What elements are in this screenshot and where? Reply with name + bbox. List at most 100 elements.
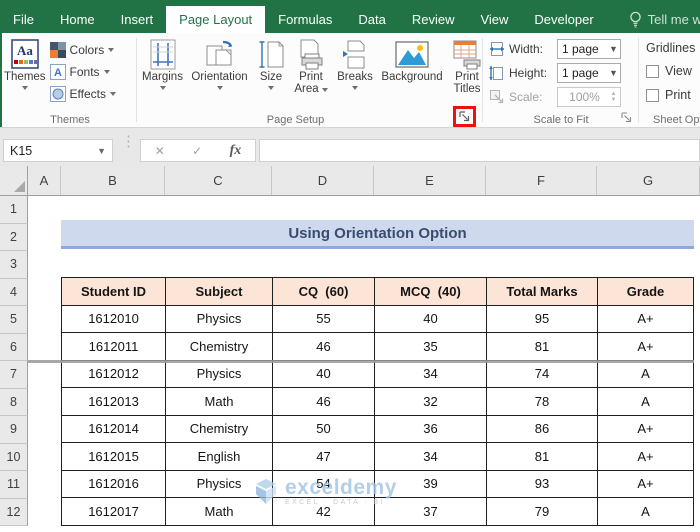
tab-review[interactable]: Review bbox=[399, 6, 468, 33]
table-cell[interactable]: Physics bbox=[165, 304, 273, 333]
tab-formulas[interactable]: Formulas bbox=[265, 6, 345, 33]
table-cell[interactable]: 34 bbox=[374, 359, 487, 388]
column-header-A[interactable]: A bbox=[28, 166, 61, 195]
table-cell[interactable]: 32 bbox=[374, 387, 487, 416]
row-header-6[interactable]: 6 bbox=[0, 333, 28, 361]
table-cell[interactable]: 36 bbox=[374, 414, 487, 443]
print-area-button[interactable]: Print Area bbox=[291, 33, 331, 95]
table-cell[interactable]: 1612011 bbox=[61, 332, 166, 361]
table-cell[interactable]: 40 bbox=[374, 304, 487, 333]
table-cell[interactable]: 39 bbox=[374, 469, 487, 498]
scale-to-fit-dialog-launcher[interactable] bbox=[619, 110, 633, 124]
column-header-F[interactable]: F bbox=[486, 166, 597, 195]
tab-file[interactable]: File bbox=[0, 6, 47, 33]
tab-data[interactable]: Data bbox=[345, 6, 398, 33]
table-cell[interactable]: 46 bbox=[272, 332, 375, 361]
column-header-E[interactable]: E bbox=[374, 166, 486, 195]
table-cell[interactable]: A+ bbox=[597, 332, 694, 361]
table-cell[interactable]: 1612015 bbox=[61, 442, 166, 471]
table-cell[interactable]: A bbox=[597, 497, 694, 526]
scale-spinner[interactable]: 100% ▲ ▼ bbox=[557, 87, 621, 107]
row-header-12[interactable]: 12 bbox=[0, 498, 28, 526]
breaks-button[interactable]: Breaks bbox=[333, 33, 377, 95]
row-header-1[interactable]: 1 bbox=[0, 196, 28, 224]
row-header-2[interactable]: 2 bbox=[0, 223, 28, 251]
table-cell[interactable]: 55 bbox=[272, 304, 375, 333]
formula-input[interactable] bbox=[259, 139, 700, 162]
table-cell[interactable]: Math bbox=[165, 497, 273, 526]
table-cell[interactable]: 86 bbox=[486, 414, 598, 443]
table-cell[interactable]: 35 bbox=[374, 332, 487, 361]
gridlines-view-checkbox[interactable] bbox=[646, 64, 659, 78]
tab-insert[interactable]: Insert bbox=[108, 6, 167, 33]
table-cell[interactable]: 1612014 bbox=[61, 414, 166, 443]
table-cell[interactable]: 1612010 bbox=[61, 304, 166, 333]
table-header-cell[interactable]: MCQ (40) bbox=[374, 277, 487, 306]
table-cell[interactable]: Math bbox=[165, 387, 273, 416]
cancel-button[interactable]: ✕ bbox=[155, 144, 165, 158]
table-cell[interactable]: 42 bbox=[272, 497, 375, 526]
table-cell[interactable]: 34 bbox=[374, 442, 487, 471]
effects-button[interactable]: Effects bbox=[49, 84, 117, 103]
themes-button[interactable]: Aa Themes bbox=[4, 33, 46, 103]
title-banner-cell[interactable]: Using Orientation Option bbox=[61, 220, 694, 249]
table-cell[interactable]: A+ bbox=[597, 414, 694, 443]
table-cell[interactable]: 81 bbox=[486, 442, 598, 471]
table-cell[interactable]: 47 bbox=[272, 442, 375, 471]
margins-button[interactable]: Margins bbox=[139, 33, 186, 95]
row-header-11[interactable]: 11 bbox=[0, 471, 28, 499]
table-cell[interactable]: 81 bbox=[486, 332, 598, 361]
table-cell[interactable]: 50 bbox=[272, 414, 375, 443]
table-cell[interactable]: 1612013 bbox=[61, 387, 166, 416]
size-button[interactable]: Size bbox=[253, 33, 289, 95]
select-all-button[interactable] bbox=[0, 166, 28, 195]
colors-button[interactable]: Colors bbox=[49, 40, 116, 59]
name-box[interactable]: K15 ▼ bbox=[3, 139, 113, 162]
height-combobox[interactable]: 1 page ▼ bbox=[557, 63, 621, 83]
table-cell[interactable]: 40 bbox=[272, 359, 375, 388]
page-setup-dialog-launcher[interactable] bbox=[458, 110, 472, 124]
table-header-cell[interactable]: Grade bbox=[597, 277, 694, 306]
table-cell[interactable]: 1612016 bbox=[61, 469, 166, 498]
tell-me-box[interactable]: Tell me what y bbox=[629, 6, 700, 33]
table-cell[interactable]: 93 bbox=[486, 469, 598, 498]
gridlines-print-checkbox[interactable] bbox=[646, 88, 659, 102]
insert-function-button[interactable]: fx bbox=[230, 143, 242, 159]
row-header-9[interactable]: 9 bbox=[0, 416, 28, 444]
column-header-G[interactable]: G bbox=[597, 166, 700, 195]
table-header-cell[interactable]: CQ (60) bbox=[272, 277, 375, 306]
table-cell[interactable]: 74 bbox=[486, 359, 598, 388]
table-header-cell[interactable]: Total Marks bbox=[486, 277, 598, 306]
table-cell[interactable]: Chemistry bbox=[165, 414, 273, 443]
fonts-button[interactable]: A Fonts bbox=[49, 62, 116, 81]
table-cell[interactable]: A+ bbox=[597, 304, 694, 333]
table-cell[interactable]: 46 bbox=[272, 387, 375, 416]
table-cell[interactable]: 37 bbox=[374, 497, 487, 526]
table-cell[interactable]: 54 bbox=[272, 469, 375, 498]
tab-developer[interactable]: Developer bbox=[521, 6, 606, 33]
column-header-D[interactable]: D bbox=[272, 166, 374, 195]
row-header-10[interactable]: 10 bbox=[0, 443, 28, 471]
table-cell[interactable]: A bbox=[597, 387, 694, 416]
row-header-8[interactable]: 8 bbox=[0, 388, 28, 416]
tab-page-layout[interactable]: Page Layout bbox=[166, 6, 266, 33]
table-cell[interactable]: 1612017 bbox=[61, 497, 166, 526]
table-cell[interactable]: A bbox=[597, 359, 694, 388]
row-header-5[interactable]: 5 bbox=[0, 306, 28, 334]
table-cell[interactable]: A+ bbox=[597, 469, 694, 498]
table-cell[interactable]: Physics bbox=[165, 469, 273, 498]
table-cell[interactable]: Physics bbox=[165, 359, 273, 388]
formula-bar-grip[interactable]: ⋮ bbox=[121, 134, 136, 149]
table-cell[interactable]: English bbox=[165, 442, 273, 471]
table-cell[interactable]: A+ bbox=[597, 442, 694, 471]
table-header-cell[interactable]: Student ID bbox=[61, 277, 166, 306]
row-header-7[interactable]: 7 bbox=[0, 361, 28, 389]
table-cell[interactable]: Chemistry bbox=[165, 332, 273, 361]
background-button[interactable]: Background bbox=[379, 33, 445, 95]
table-header-cell[interactable]: Subject bbox=[165, 277, 273, 306]
tab-home[interactable]: Home bbox=[47, 6, 108, 33]
table-cell[interactable]: 1612012 bbox=[61, 359, 166, 388]
row-header-4[interactable]: 4 bbox=[0, 278, 28, 306]
table-cell[interactable]: 79 bbox=[486, 497, 598, 526]
orientation-button[interactable]: Orientation bbox=[188, 33, 251, 95]
